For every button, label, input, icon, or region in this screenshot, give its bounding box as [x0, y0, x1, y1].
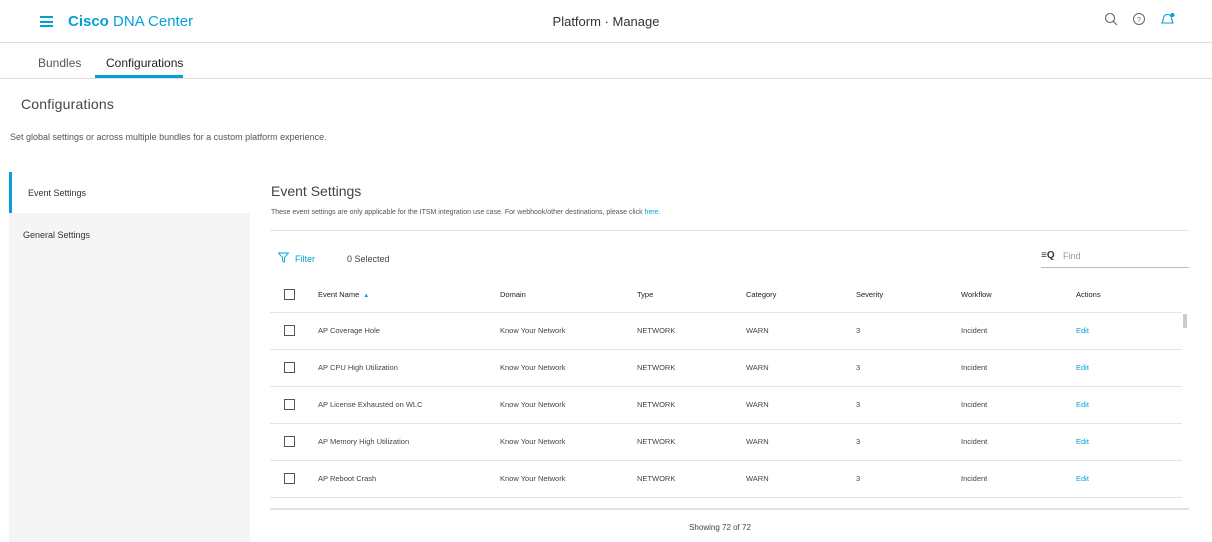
cell-severity: 3	[856, 349, 961, 387]
cell-workflow: Incident	[961, 312, 1076, 350]
column-header-category[interactable]: Category	[746, 277, 856, 313]
menu-icon[interactable]	[40, 16, 53, 27]
tab-bar: Bundles Configurations	[0, 44, 1212, 79]
search-icon[interactable]	[1104, 12, 1118, 26]
cell-type: NETWORK	[637, 460, 746, 498]
svg-text:?: ?	[1137, 17, 1141, 24]
table-row: AP Reboot Crash Know Your Network NETWOR…	[270, 460, 1182, 498]
table-row: AP Coverage Hole Know Your Network NETWO…	[270, 312, 1182, 350]
event-settings-table: Event Name ▲ Domain Type Category Severit…	[270, 277, 1182, 498]
tab-configurations[interactable]: Configurations	[106, 56, 183, 70]
cell-event-name: AP Reboot Crash	[318, 460, 500, 498]
filter-button[interactable]: Filter	[277, 252, 315, 265]
table-scrollbar[interactable]	[1183, 314, 1187, 328]
cell-domain: Know Your Network	[500, 460, 637, 498]
here-link[interactable]: here.	[645, 209, 661, 216]
cell-type: NETWORK	[637, 423, 746, 461]
cell-category: WARN	[746, 423, 856, 461]
cell-type: NETWORK	[637, 349, 746, 387]
settings-sidebar: Event Settings General Settings	[9, 172, 250, 542]
column-header-severity[interactable]: Severity	[856, 277, 961, 313]
cell-severity: 3	[856, 423, 961, 461]
help-icon[interactable]: ?	[1132, 12, 1146, 26]
section-title: Event Settings	[271, 183, 362, 199]
selected-count: 0 Selected	[347, 254, 390, 264]
tab-bundles[interactable]: Bundles	[38, 56, 81, 70]
pagination-summary: Showing 72 of 72	[689, 523, 751, 532]
row-checkbox[interactable]	[284, 325, 295, 336]
section-note: These event settings are only applicable…	[271, 209, 661, 216]
active-tab-indicator	[95, 75, 183, 78]
column-header-actions: Actions	[1076, 277, 1182, 313]
cell-event-name: AP License Exhausted on WLC	[318, 386, 500, 424]
column-header-type[interactable]: Type	[637, 277, 746, 313]
cell-severity: 3	[856, 312, 961, 350]
find-input[interactable]: ≡Q Find	[1041, 247, 1189, 268]
table-header-row: Event Name ▲ Domain Type Category Severit…	[270, 277, 1182, 313]
column-header-event-name[interactable]: Event Name ▲	[318, 277, 500, 313]
search-list-icon: ≡Q	[1041, 250, 1055, 261]
sort-ascending-icon: ▲	[363, 292, 370, 299]
cell-category: WARN	[746, 312, 856, 350]
page-title: Configurations	[21, 96, 115, 112]
edit-link[interactable]: Edit	[1076, 400, 1089, 409]
row-checkbox[interactable]	[284, 436, 295, 447]
cell-workflow: Incident	[961, 349, 1076, 387]
edit-link[interactable]: Edit	[1076, 326, 1089, 335]
column-header-domain[interactable]: Domain	[500, 277, 637, 313]
cell-domain: Know Your Network	[500, 386, 637, 424]
cell-event-name: AP Memory High Utilization	[318, 423, 500, 461]
cell-event-name: AP CPU High Utilization	[318, 349, 500, 387]
edit-link[interactable]: Edit	[1076, 474, 1089, 483]
column-header-workflow[interactable]: Workflow	[961, 277, 1076, 313]
filter-icon	[277, 252, 290, 265]
table-row: AP Memory High Utilization Know Your Net…	[270, 423, 1182, 461]
divider	[270, 230, 1189, 231]
sidebar-item-general-settings[interactable]: General Settings	[9, 214, 250, 254]
edit-link[interactable]: Edit	[1076, 363, 1089, 372]
cell-event-name: AP Coverage Hole	[318, 312, 500, 350]
cell-category: WARN	[746, 460, 856, 498]
brand-logo[interactable]: Cisco DNA Center	[68, 13, 193, 30]
notification-icon[interactable]	[1160, 12, 1176, 26]
cell-domain: Know Your Network	[500, 423, 637, 461]
sidebar-item-label: General Settings	[23, 230, 91, 240]
table-row: AP License Exhausted on WLC Know Your Ne…	[270, 386, 1182, 424]
cell-workflow: Incident	[961, 386, 1076, 424]
cell-type: NETWORK	[637, 312, 746, 350]
cell-category: WARN	[746, 349, 856, 387]
cell-domain: Know Your Network	[500, 312, 637, 350]
cell-type: NETWORK	[637, 386, 746, 424]
row-checkbox[interactable]	[284, 473, 295, 484]
row-checkbox[interactable]	[284, 362, 295, 373]
table-bottom-border	[270, 508, 1189, 510]
row-checkbox[interactable]	[284, 399, 295, 410]
cell-severity: 3	[856, 386, 961, 424]
top-header-bar: Cisco DNA Center Platform · Manage ?	[0, 0, 1212, 43]
cell-severity: 3	[856, 460, 961, 498]
page-description: Set global settings or across multiple b…	[10, 132, 327, 142]
select-all-checkbox[interactable]	[284, 288, 295, 300]
sidebar-item-label: Event Settings	[28, 188, 87, 198]
cell-domain: Know Your Network	[500, 349, 637, 387]
table-row: AP CPU High Utilization Know Your Networ…	[270, 349, 1182, 387]
edit-link[interactable]: Edit	[1076, 437, 1089, 446]
sidebar-item-event-settings[interactable]: Event Settings	[9, 172, 250, 213]
cell-workflow: Incident	[961, 423, 1076, 461]
cell-category: WARN	[746, 386, 856, 424]
cell-workflow: Incident	[961, 460, 1076, 498]
